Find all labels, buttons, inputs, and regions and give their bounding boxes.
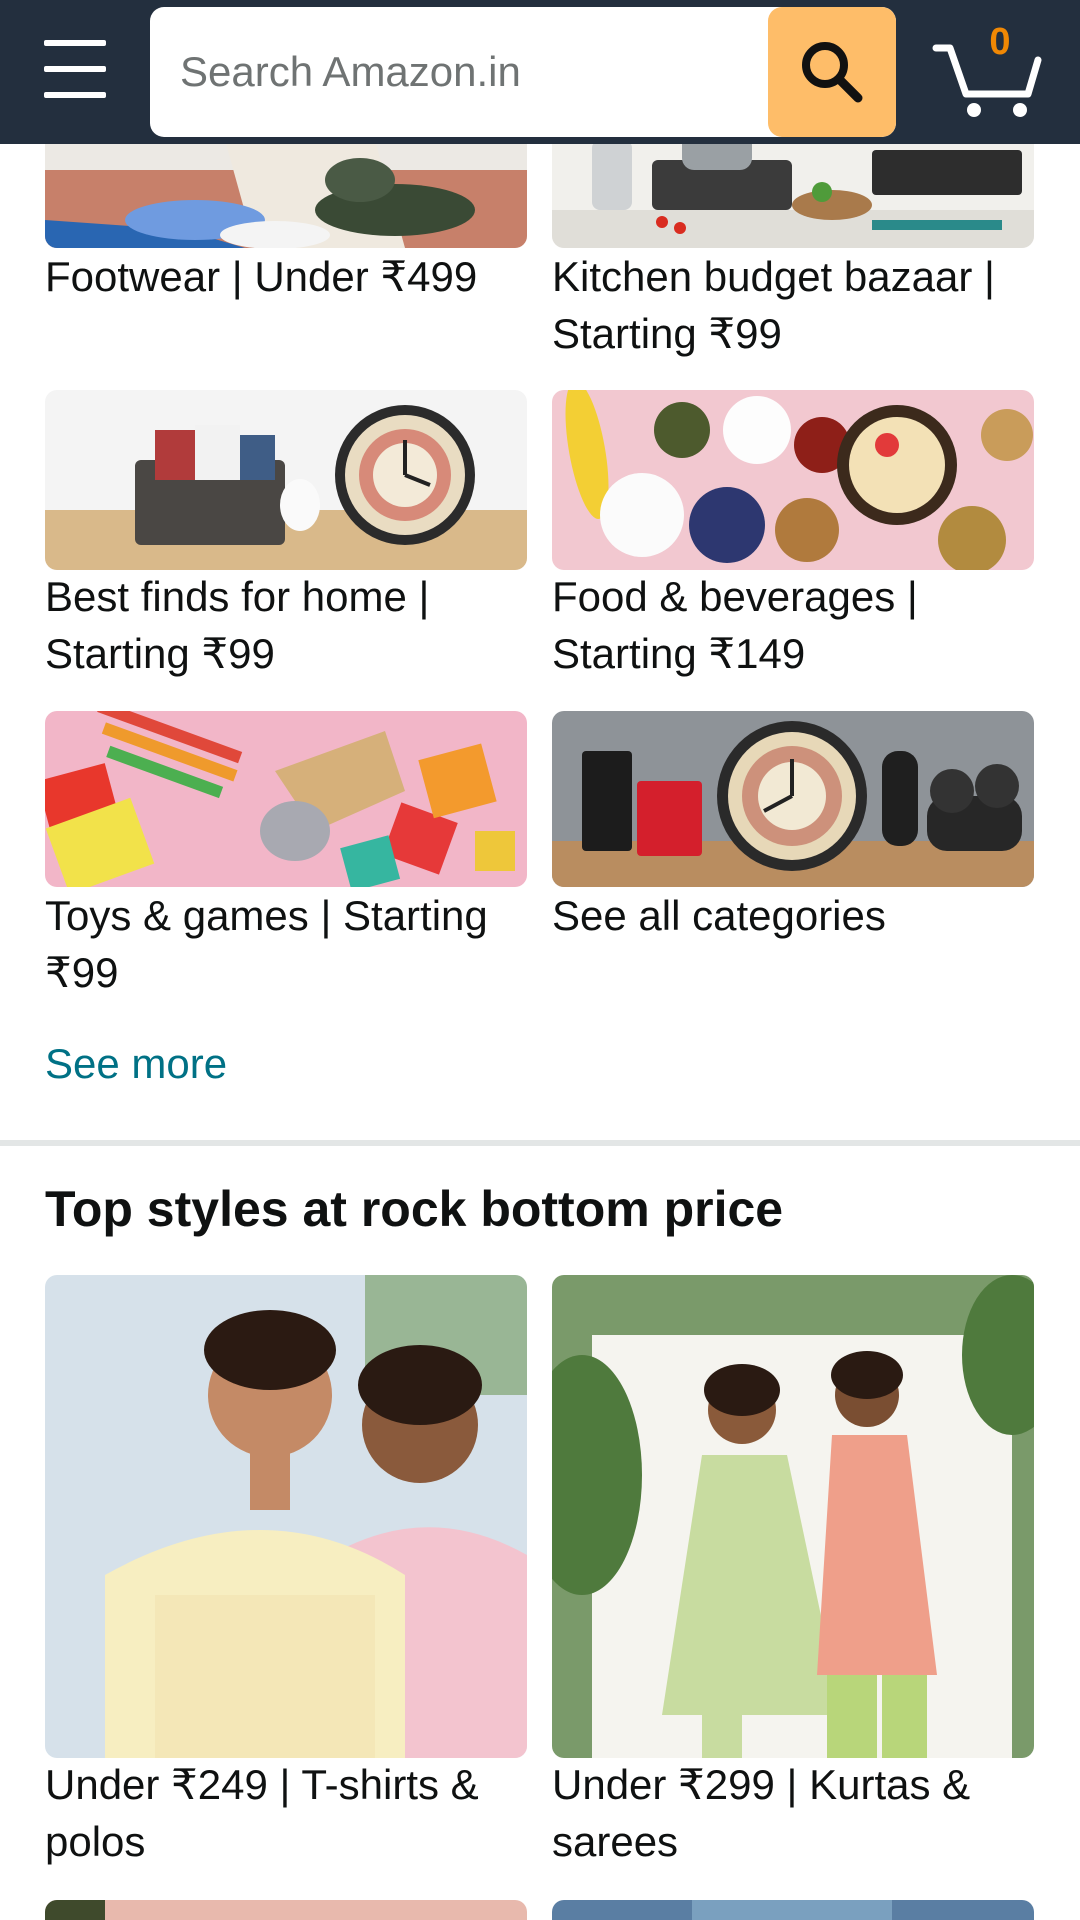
search-input[interactable]: [150, 7, 768, 137]
hamburger-menu-icon[interactable]: [44, 40, 106, 98]
next-left-image: [45, 1900, 105, 1920]
style-tile-next-right[interactable]: [552, 1900, 1034, 1920]
section-divider: [0, 1140, 1080, 1146]
food-image: [552, 390, 1034, 570]
cart-button[interactable]: 0: [932, 22, 1044, 122]
style-label: Under ₹299 | Kurtas & sarees: [552, 1761, 971, 1865]
search-bar: [150, 7, 896, 137]
category-label: Best finds for home | Starting ₹99: [45, 573, 430, 677]
category-label: Footwear | Under ₹499: [45, 253, 478, 300]
toys-image: [45, 711, 527, 887]
kurtas-image: [552, 1275, 1034, 1758]
tshirts-image: [45, 1275, 527, 1758]
style-label: Under ₹249 | T-shirts & polos: [45, 1761, 479, 1865]
all-categories-image: [552, 711, 1034, 887]
cart-icon: [932, 44, 1042, 117]
search-button[interactable]: [768, 7, 896, 137]
category-label: Kitchen budget bazaar | Starting ₹99: [552, 253, 995, 357]
next-right-image: [692, 1900, 892, 1920]
section-title: Top styles at rock bottom price: [45, 1181, 784, 1237]
search-icon: [802, 42, 863, 103]
category-label: Food & beverages | Starting ₹149: [552, 573, 918, 677]
home-finds-image: [45, 390, 527, 570]
top-nav-bar: 0: [0, 0, 1080, 144]
category-label: See all categories: [552, 892, 886, 939]
see-more-link[interactable]: See more: [45, 1040, 227, 1088]
category-label: Toys & games | Starting ₹99: [45, 892, 488, 996]
style-tile-next-left[interactable]: [45, 1900, 527, 1920]
